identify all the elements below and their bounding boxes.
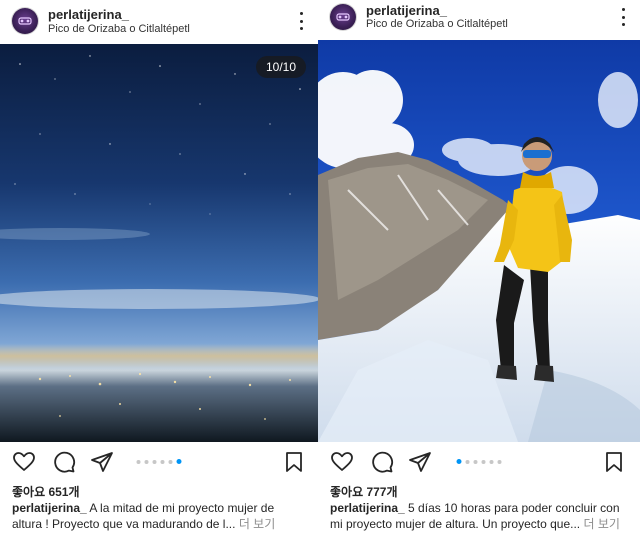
heart-icon[interactable] xyxy=(330,450,354,474)
action-bar xyxy=(318,446,640,478)
more-options-icon[interactable] xyxy=(298,12,304,30)
action-bar xyxy=(0,446,318,478)
post-right: perlatijerina_ Pico de Orizaba o Citlalt… xyxy=(318,0,640,537)
comment-icon[interactable] xyxy=(52,450,76,474)
caption-text-line1: 5 días 10 horas para poder concluir con xyxy=(408,501,620,515)
paper-plane-icon[interactable] xyxy=(408,450,432,474)
username[interactable]: perlatijerina_ xyxy=(366,3,447,18)
caption: perlatijerina_ 5 días 10 horas para pode… xyxy=(330,500,638,532)
like-count[interactable]: 좋아요 651개 xyxy=(12,483,80,500)
caption: perlatijerina_ A la mitad de mi proyecto… xyxy=(12,500,312,532)
avatar[interactable] xyxy=(12,8,38,34)
heart-icon[interactable] xyxy=(12,450,36,474)
post-header: perlatijerina_ Pico de Orizaba o Citlalt… xyxy=(318,0,640,44)
location[interactable]: Pico de Orizaba o Citlaltépetl xyxy=(366,18,508,30)
post-photo-night-sky[interactable]: 10/10 xyxy=(0,44,318,442)
more-options-icon[interactable] xyxy=(620,8,626,26)
post-left: perlatijerina_ Pico de Orizaba o Citlalt… xyxy=(0,0,318,537)
avatar[interactable] xyxy=(330,4,356,30)
paper-plane-icon[interactable] xyxy=(90,450,114,474)
bookmark-icon[interactable] xyxy=(282,450,306,474)
avatar-logo-icon xyxy=(18,17,32,25)
avatar-logo-icon xyxy=(336,13,350,21)
caption-username[interactable]: perlatijerina_ xyxy=(12,501,87,515)
image-counter: 10/10 xyxy=(255,56,306,78)
see-more-link[interactable]: 더 보기 xyxy=(583,517,619,531)
carousel-indicator xyxy=(456,459,502,464)
caption-text-line1: A la mitad de mi proyecto mujer de xyxy=(89,501,275,515)
location[interactable]: Pico de Orizaba o Citlaltépetl xyxy=(48,23,190,35)
post-photo-mountain-climber[interactable] xyxy=(318,40,640,442)
username[interactable]: perlatijerina_ xyxy=(48,7,129,22)
like-count[interactable]: 좋아요 777개 xyxy=(330,483,398,500)
caption-text-line2: mi proyecto mujer de altura. Un proyecto… xyxy=(330,517,581,531)
see-more-link[interactable]: 더 보기 xyxy=(239,517,275,531)
caption-username[interactable]: perlatijerina_ xyxy=(330,501,405,515)
caption-text-line2: altura ! Proyecto que va madurando de l.… xyxy=(12,517,236,531)
comment-icon[interactable] xyxy=(370,450,394,474)
post-header: perlatijerina_ Pico de Orizaba o Citlalt… xyxy=(0,0,318,44)
carousel-indicator xyxy=(136,459,182,464)
bookmark-icon[interactable] xyxy=(602,450,626,474)
